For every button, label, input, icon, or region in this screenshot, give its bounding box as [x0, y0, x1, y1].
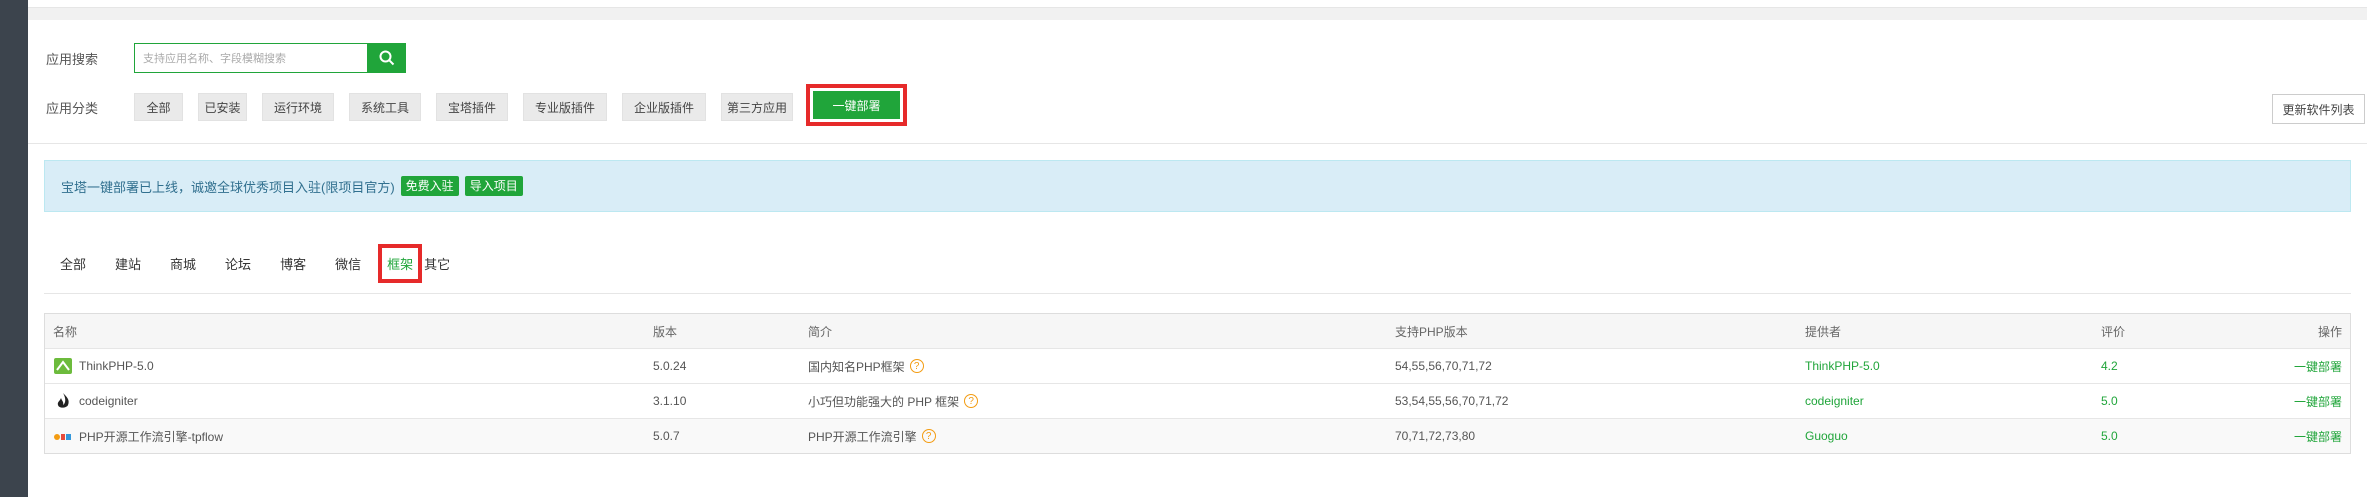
cell-version: 3.1.10 [653, 394, 687, 408]
search-button[interactable] [368, 43, 406, 73]
table-row: PHP开源工作流引擎-tpflow 5.0.7 PHP开源工作流引擎 ? 70,… [45, 418, 2350, 453]
tab-highlight-box: 框架 [378, 243, 423, 283]
category-bt-plugins[interactable]: 宝塔插件 [436, 93, 508, 121]
cell-php: 54,55,56,70,71,72 [1395, 359, 1492, 373]
deploy-table: 名称 版本 简介 支持PHP版本 提供者 评价 操作 ThinkPHP-5.0 … [44, 313, 2351, 454]
top-panel [28, 0, 2367, 8]
deploy-type-tabs: 全部 建站 商城 论坛 博客 微信 框架 其它 [60, 243, 479, 283]
tab-other[interactable]: 其它 [424, 254, 450, 273]
category-system-tools[interactable]: 系统工具 [349, 93, 421, 121]
tab-framework[interactable]: 框架 [387, 257, 413, 272]
cell-version: 5.0.7 [653, 429, 680, 443]
import-project-button[interactable]: 导入项目 [464, 176, 523, 196]
category-installed[interactable]: 已安装 [198, 93, 247, 121]
tab-wechat[interactable]: 微信 [335, 254, 361, 273]
tab-blog[interactable]: 博客 [280, 254, 306, 273]
tabs-divider [44, 293, 2351, 294]
table-header: 名称 版本 简介 支持PHP版本 提供者 评价 操作 [45, 314, 2350, 348]
header-action: 操作 [2317, 324, 2342, 339]
desc-text: PHP开源工作流引擎 [808, 429, 917, 444]
header-desc: 简介 [808, 324, 833, 339]
search-row: 应用搜索 支持应用名称、字段模糊搜索 [46, 43, 406, 73]
notice-text: 宝塔一键部署已上线，诚邀全球优秀项目入驻(限项目官方) [61, 179, 395, 195]
cell-php: 70,71,72,73,80 [1395, 429, 1476, 443]
side-panel [0, 0, 28, 497]
divider [28, 143, 2367, 144]
search-input[interactable]: 支持应用名称、字段模糊搜索 [134, 43, 368, 73]
deploy-link[interactable]: 一键部署 [2283, 358, 2350, 375]
provider-link[interactable]: codeigniter [1797, 394, 2093, 408]
cell-name: PHP开源工作流引擎-tpflow [45, 427, 645, 445]
table-row: ThinkPHP-5.0 5.0.24 国内知名PHP框架 ? 54,55,56… [45, 348, 2350, 383]
free-join-button[interactable]: 免费入驻 [400, 176, 459, 196]
search-icon [379, 50, 395, 66]
category-label: 应用分类 [46, 100, 99, 116]
tpflow-logo-icon [54, 434, 71, 440]
category-enterprise-plugins[interactable]: 企业版插件 [622, 93, 706, 121]
category-row: 应用分类 全部 已安装 运行环境 系统工具 宝塔插件 专业版插件 企业版插件 第… [46, 84, 907, 126]
app-name: PHP开源工作流引擎-tpflow [79, 429, 224, 444]
header-provider: 提供者 [1805, 324, 1842, 339]
deploy-link[interactable]: 一键部署 [2283, 428, 2350, 445]
codeigniter-flame-icon [57, 393, 69, 408]
tab-website[interactable]: 建站 [115, 254, 141, 273]
software-store-panel: 应用搜索 支持应用名称、字段模糊搜索 应用分类 全部 已安装 运行环境 系统工具… [28, 20, 2367, 497]
tab-forum[interactable]: 论坛 [225, 254, 251, 273]
category-third-party[interactable]: 第三方应用 [721, 93, 793, 121]
cell-rating: 4.2 [2101, 359, 2118, 373]
search-label: 应用搜索 [46, 51, 99, 67]
desc-text: 国内知名PHP框架 [808, 359, 905, 374]
category-all[interactable]: 全部 [134, 93, 183, 121]
question-icon[interactable]: ? [964, 394, 979, 408]
desc-text: 小巧但功能强大的 PHP 框架 [808, 394, 960, 409]
update-software-list-button[interactable]: 更新软件列表 [2272, 94, 2365, 124]
question-icon[interactable]: ? [909, 359, 924, 373]
app-name: ThinkPHP-5.0 [79, 359, 154, 373]
cell-name: ThinkPHP-5.0 [45, 357, 645, 375]
table-row: codeigniter 3.1.10 小巧但功能强大的 PHP 框架 ? 53,… [45, 383, 2350, 418]
cell-name: codeigniter [45, 392, 645, 410]
header-name: 名称 [53, 324, 78, 339]
question-icon[interactable]: ? [921, 429, 936, 443]
cell-version: 5.0.24 [653, 359, 687, 373]
cell-desc: PHP开源工作流引擎 ? [800, 428, 1387, 445]
app-name: codeigniter [79, 394, 138, 408]
header-version: 版本 [653, 324, 678, 339]
category-one-click-deploy[interactable]: 一键部署 [813, 91, 900, 119]
header-php: 支持PHP版本 [1395, 324, 1468, 339]
provider-link[interactable]: ThinkPHP-5.0 [1797, 359, 2093, 373]
cell-desc: 小巧但功能强大的 PHP 框架 ? [800, 393, 1387, 410]
tab-all[interactable]: 全部 [60, 254, 86, 273]
provider-link[interactable]: Guoguo [1797, 429, 2093, 443]
cell-rating: 5.0 [2101, 429, 2118, 443]
cell-php: 53,54,55,56,70,71,72 [1395, 394, 1509, 408]
cell-desc: 国内知名PHP框架 ? [800, 358, 1387, 375]
notice-banner: 宝塔一键部署已上线，诚邀全球优秀项目入驻(限项目官方) 免费入驻 导入项目 [44, 160, 2351, 212]
category-pro-plugins[interactable]: 专业版插件 [523, 93, 607, 121]
thinkphp-logo-icon [54, 358, 72, 374]
deploy-link[interactable]: 一键部署 [2283, 393, 2350, 410]
category-highlight-box: 一键部署 [806, 84, 907, 126]
header-rating: 评价 [2101, 324, 2126, 339]
cell-rating: 5.0 [2101, 394, 2118, 408]
category-runtime[interactable]: 运行环境 [262, 93, 334, 121]
tab-mall[interactable]: 商城 [170, 254, 196, 273]
